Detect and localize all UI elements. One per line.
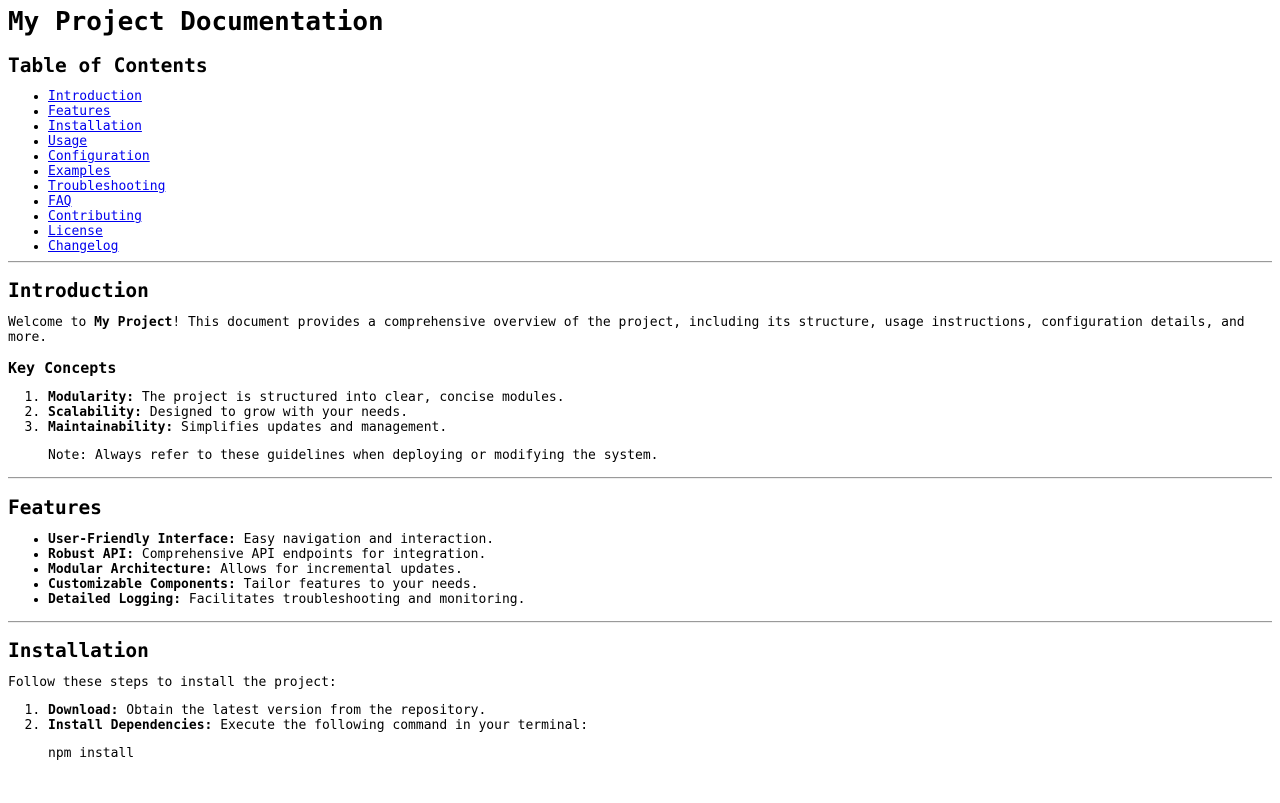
toc-item: Introduction	[48, 89, 1272, 104]
feature-text: Comprehensive API endpoints for integrat…	[134, 547, 487, 562]
step-text: Obtain the latest version from the repos…	[118, 703, 487, 718]
features-section: Features User-Friendly Interface: Easy n…	[8, 479, 1272, 608]
document-page: My Project Documentation Table of Conten…	[0, 7, 1280, 761]
project-name: My Project	[94, 315, 173, 330]
feature-item: User-Friendly Interface: Easy navigation…	[48, 532, 1272, 547]
key-concepts-note: Note: Always refer to these guidelines w…	[48, 448, 659, 463]
feature-item: Robust API: Comprehensive API endpoints …	[48, 547, 1272, 562]
toc-item: Features	[48, 104, 1272, 119]
toc-link-faq[interactable]: FAQ	[48, 194, 71, 209]
toc-item: FAQ	[48, 194, 1272, 209]
toc-link-contributing[interactable]: Contributing	[48, 209, 142, 224]
toc-item: Changelog	[48, 239, 1272, 254]
page-title: My Project Documentation	[8, 7, 384, 37]
feature-item: Modular Architecture: Allows for increme…	[48, 562, 1272, 577]
key-concepts-list: Modularity: The project is structured in…	[8, 390, 1272, 435]
installation-section: Installation Follow these steps to insta…	[8, 623, 1272, 762]
installation-steps: Download: Obtain the latest version from…	[8, 703, 1272, 733]
key-concept-item: Maintainability: Simplifies updates and …	[48, 420, 1272, 435]
toc-heading: Table of Contents	[8, 54, 208, 77]
toc-item: Usage	[48, 134, 1272, 149]
installation-step: Download: Obtain the latest version from…	[48, 703, 1272, 718]
key-concept-term: Maintainability:	[48, 420, 174, 435]
toc-link-changelog[interactable]: Changelog	[48, 239, 118, 254]
feature-term: Robust API:	[48, 547, 135, 562]
step-term: Install Dependencies:	[48, 718, 213, 733]
key-concept-text: The project is structured into clear, co…	[134, 390, 565, 405]
key-concept-item: Modularity: The project is structured in…	[48, 390, 1272, 405]
welcome-prefix: Welcome to	[8, 315, 95, 330]
step-term: Download:	[48, 703, 119, 718]
toc-link-features[interactable]: Features	[48, 104, 111, 119]
introduction-paragraph: Welcome to My Project! This document pro…	[8, 315, 1272, 345]
key-concept-term: Scalability:	[48, 405, 142, 420]
toc-link-license[interactable]: License	[48, 224, 103, 239]
toc-link-introduction[interactable]: Introduction	[48, 89, 142, 104]
feature-term: User-Friendly Interface:	[48, 532, 236, 547]
key-concept-term: Modularity:	[48, 390, 135, 405]
feature-term: Modular Architecture:	[48, 562, 213, 577]
table-of-contents: Table of Contents Introduction Features …	[8, 55, 1272, 261]
toc-item: License	[48, 224, 1272, 239]
installation-heading: Installation	[8, 639, 149, 662]
toc-link-configuration[interactable]: Configuration	[48, 149, 150, 164]
step-text: Execute the following command in your te…	[212, 718, 589, 733]
features-heading: Features	[8, 496, 102, 519]
feature-text: Tailor features to your needs.	[235, 577, 479, 592]
feature-text: Allows for incremental updates.	[212, 562, 463, 577]
toc-item: Configuration	[48, 149, 1272, 164]
install-command-code: npm install	[48, 746, 135, 761]
installation-intro: Follow these steps to install the projec…	[8, 675, 337, 690]
key-concept-text: Designed to grow with your needs.	[141, 405, 409, 420]
feature-item: Customizable Components: Tailor features…	[48, 577, 1272, 592]
feature-term: Customizable Components:	[48, 577, 236, 592]
key-concept-item: Scalability: Designed to grow with your …	[48, 405, 1272, 420]
introduction-heading: Introduction	[8, 279, 149, 302]
key-concepts-heading: Key Concepts	[8, 359, 117, 377]
installation-step: Install Dependencies: Execute the follow…	[48, 718, 1272, 733]
toc-list: Introduction Features Installation Usage…	[8, 89, 1272, 254]
features-list: User-Friendly Interface: Easy navigation…	[8, 532, 1272, 607]
toc-item: Examples	[48, 164, 1272, 179]
toc-item: Contributing	[48, 209, 1272, 224]
feature-text: Facilitates troubleshooting and monitori…	[181, 592, 526, 607]
introduction-section: Introduction Welcome to My Project! This…	[8, 263, 1272, 464]
key-concept-text: Simplifies updates and management.	[173, 420, 448, 435]
welcome-suffix: ! This document provides a comprehensive…	[8, 315, 1245, 345]
toc-link-troubleshooting[interactable]: Troubleshooting	[48, 179, 165, 194]
toc-link-usage[interactable]: Usage	[48, 134, 87, 149]
toc-item: Installation	[48, 119, 1272, 134]
feature-text: Easy navigation and interaction.	[235, 532, 495, 547]
toc-link-examples[interactable]: Examples	[48, 164, 111, 179]
toc-item: Troubleshooting	[48, 179, 1272, 194]
toc-link-installation[interactable]: Installation	[48, 119, 142, 134]
feature-item: Detailed Logging: Facilitates troublesho…	[48, 592, 1272, 607]
feature-term: Detailed Logging:	[48, 592, 182, 607]
